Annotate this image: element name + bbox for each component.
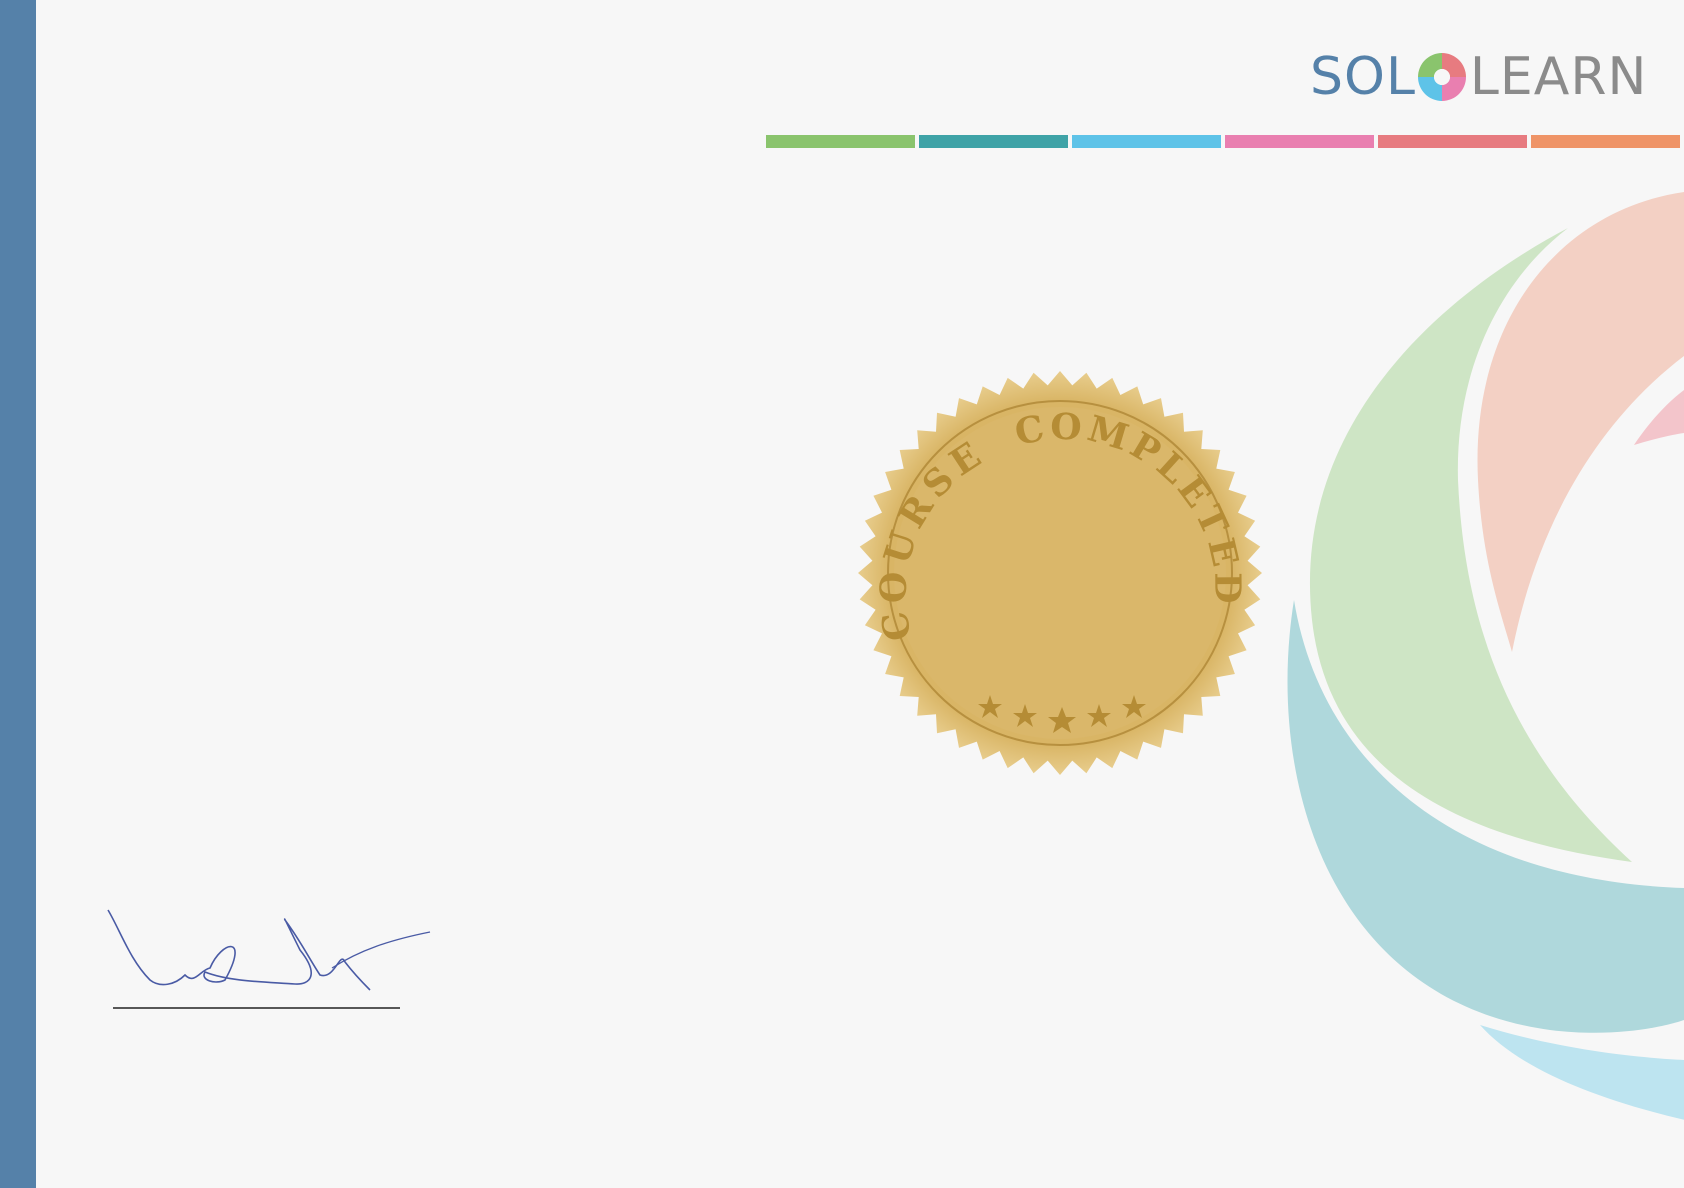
strip-segment <box>1072 135 1221 148</box>
strip-segment <box>1225 135 1374 148</box>
certificate-page: SOL LEARN COURSE COMPLETED <box>0 0 1684 1188</box>
course-completed-seal: COURSE COMPLETED <box>858 371 1262 775</box>
logo-text-first: SOL <box>1310 47 1416 107</box>
strip-segment <box>1531 135 1680 148</box>
strip-segment <box>1378 135 1527 148</box>
strip-segment <box>766 135 915 148</box>
color-strip <box>766 135 1684 148</box>
signature-icon <box>107 909 431 1009</box>
sololearn-logo: SOL LEARN <box>1310 44 1650 110</box>
logo-text-second: LEARN <box>1469 47 1648 107</box>
strip-segment <box>919 135 1068 148</box>
logo-aperture-icon <box>1417 53 1466 101</box>
